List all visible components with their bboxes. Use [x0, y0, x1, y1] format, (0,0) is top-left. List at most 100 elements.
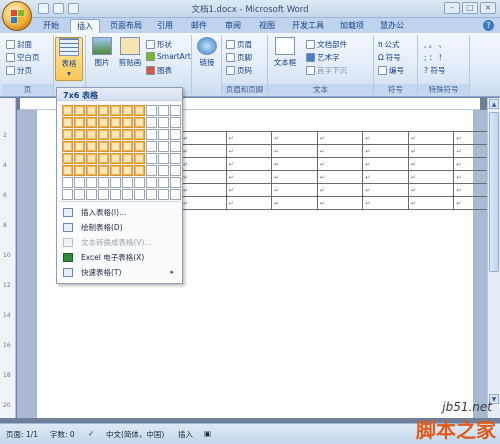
grid-cell[interactable] — [98, 105, 109, 116]
grid-cell[interactable] — [74, 105, 85, 116]
cover-page-button[interactable]: 封面 — [6, 39, 32, 50]
table-cell[interactable]: ↵ — [180, 170, 227, 184]
grid-cell[interactable] — [122, 153, 133, 164]
table-cell[interactable]: ↵ — [407, 183, 455, 197]
grid-cell[interactable] — [134, 165, 145, 176]
grid-cell[interactable] — [86, 177, 97, 188]
table-cell[interactable]: ↵ — [407, 196, 455, 210]
grid-cell[interactable] — [170, 141, 181, 152]
grid-cell[interactable] — [62, 117, 73, 128]
grid-cell[interactable] — [170, 117, 181, 128]
grid-cell[interactable] — [134, 129, 145, 140]
close-button[interactable]: × — [480, 2, 496, 14]
tab-insert[interactable]: 插入 — [70, 19, 100, 33]
grid-cell[interactable] — [122, 105, 133, 116]
language-indicator[interactable]: 中文(简体，中国) — [106, 429, 164, 440]
grid-cell[interactable] — [170, 189, 181, 200]
grid-cell[interactable] — [74, 129, 85, 140]
grid-cell[interactable] — [62, 105, 73, 116]
table-cell[interactable]: ↵ — [180, 196, 227, 210]
word-count[interactable]: 字数: 0 — [50, 429, 75, 440]
table-cell[interactable]: ↵ — [225, 183, 273, 197]
maximize-button[interactable]: □ — [462, 2, 478, 14]
grid-cell[interactable] — [86, 153, 97, 164]
scroll-up-icon[interactable]: ▲ — [489, 99, 499, 109]
grid-cell[interactable] — [74, 117, 85, 128]
wordart-button[interactable]: 艺术字 — [306, 52, 340, 63]
blank-page-button[interactable]: 空白页 — [6, 52, 40, 63]
grid-cell[interactable] — [134, 189, 145, 200]
links-button[interactable]: 链接 — [193, 37, 221, 68]
table-cell[interactable]: ↵ — [225, 131, 273, 145]
grid-cell[interactable] — [170, 165, 181, 176]
vertical-ruler[interactable]: 2 4 6 8 10 12 14 16 18 20 — [0, 98, 16, 418]
smartart-button[interactable]: SmartArt — [146, 52, 191, 61]
grid-cell[interactable] — [134, 141, 145, 152]
grid-cell[interactable] — [110, 177, 121, 188]
page-break-button[interactable]: 分页 — [6, 65, 32, 76]
scrollbar-thumb[interactable] — [489, 112, 499, 272]
grid-cell[interactable] — [170, 177, 181, 188]
grid-cell[interactable] — [158, 105, 169, 116]
tab-references[interactable]: 引用 — [152, 19, 178, 33]
menu-item-quick-tables[interactable]: 快速表格(T) ▸ — [59, 265, 180, 279]
grid-cell[interactable] — [86, 165, 97, 176]
grid-cell[interactable] — [122, 117, 133, 128]
tab-addins[interactable]: 加载项 — [336, 19, 368, 33]
table-cell[interactable]: ↵ — [316, 157, 364, 171]
grid-cell[interactable] — [110, 117, 121, 128]
grid-cell[interactable] — [146, 165, 157, 176]
grid-cell[interactable] — [110, 189, 121, 200]
grid-cell[interactable] — [86, 129, 97, 140]
tab-mailings[interactable]: 邮件 — [186, 19, 212, 33]
grid-cell[interactable] — [110, 105, 121, 116]
grid-cell[interactable] — [98, 117, 109, 128]
footer-button[interactable]: 页脚 — [226, 52, 252, 63]
grid-cell[interactable] — [74, 189, 85, 200]
grid-cell[interactable] — [146, 177, 157, 188]
tab-developer[interactable]: 开发工具 — [288, 19, 328, 33]
table-cell[interactable]: ↵ — [271, 196, 318, 210]
clipart-button[interactable]: 剪贴画 — [116, 37, 144, 68]
menu-item-insert-table[interactable]: 插入表格(I)... — [59, 205, 180, 219]
table-cell[interactable]: ↵ — [225, 144, 273, 158]
grid-cell[interactable] — [170, 153, 181, 164]
grid-cell[interactable] — [122, 129, 133, 140]
grid-cell[interactable] — [98, 129, 109, 140]
grid-cell[interactable] — [146, 141, 157, 152]
grid-cell[interactable] — [62, 165, 73, 176]
special-symbols-row1[interactable]: , 。 、 — [424, 39, 446, 50]
grid-cell[interactable] — [86, 105, 97, 116]
grid-cell[interactable] — [86, 141, 97, 152]
grid-cell[interactable] — [62, 141, 73, 152]
grid-cell[interactable] — [158, 189, 169, 200]
grid-cell[interactable] — [74, 177, 85, 188]
grid-cell[interactable] — [158, 165, 169, 176]
page-count[interactable]: 页面: 1/1 — [6, 429, 38, 440]
menu-item-excel-spreadsheet[interactable]: Excel 电子表格(X) — [59, 250, 180, 264]
office-button[interactable] — [2, 1, 32, 31]
grid-cell[interactable] — [122, 141, 133, 152]
table-cell[interactable]: ↵ — [225, 157, 273, 171]
equation-button[interactable]: π 公式 — [378, 39, 400, 50]
grid-cell[interactable] — [74, 165, 85, 176]
grid-cell[interactable] — [98, 153, 109, 164]
page-number-button[interactable]: 页码 — [226, 65, 252, 76]
help-icon[interactable]: ? — [483, 20, 494, 31]
table-cell[interactable]: ↵ — [225, 170, 273, 184]
grid-cell[interactable] — [146, 153, 157, 164]
table-button[interactable]: 表格 ▾ — [55, 37, 83, 81]
vertical-scrollbar[interactable]: ▲ ▼ — [487, 98, 500, 418]
table-cell[interactable]: ↵ — [180, 131, 227, 145]
table-cell[interactable]: ↵ — [362, 183, 409, 197]
menu-item-draw-table[interactable]: 绘制表格(D) — [59, 220, 180, 234]
tab-huibangong[interactable]: 慧办公 — [376, 19, 408, 33]
tab-review[interactable]: 审阅 — [220, 19, 246, 33]
table-cell[interactable]: ↵ — [362, 144, 409, 158]
grid-cell[interactable] — [86, 117, 97, 128]
chart-button[interactable]: 图表 — [146, 65, 172, 76]
table-cell[interactable]: ↵ — [271, 144, 318, 158]
tab-view[interactable]: 视图 — [254, 19, 280, 33]
textbox-button[interactable]: 文本框 — [270, 37, 300, 68]
table-cell[interactable]: ↵ — [407, 144, 455, 158]
